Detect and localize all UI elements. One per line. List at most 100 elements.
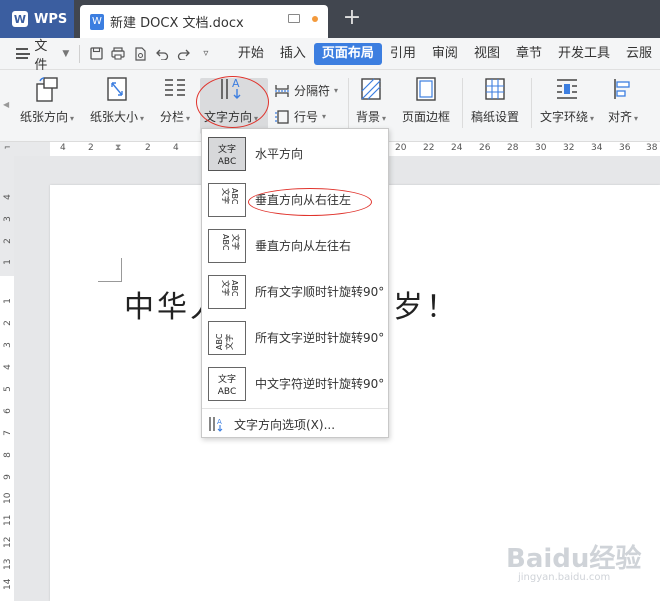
- paper-size-label: 纸张大小: [90, 110, 139, 124]
- undo-icon[interactable]: [154, 45, 170, 63]
- icon-text: 文字: [231, 234, 241, 250]
- vertical-ltr-icon: 文字 ABC: [208, 229, 246, 263]
- ruler-tick: 4: [173, 143, 179, 153]
- ruler-tick: 36: [619, 143, 631, 153]
- background-label: 背景: [356, 110, 381, 124]
- text-direction-options-label: 文字方向选项(X)...: [234, 417, 336, 432]
- option-rotate-all-clockwise[interactable]: ABC 文字 所有文字顺时针旋转90°: [202, 269, 388, 315]
- ribbon-divider: [462, 78, 463, 128]
- align-icon: [609, 74, 637, 104]
- quick-access-more-icon[interactable]: ▿: [198, 45, 214, 63]
- icon-text: 文字: [221, 280, 231, 296]
- ribbon-divider: [531, 78, 532, 128]
- rotate-chinese-icon: 文字 ABC: [208, 367, 246, 401]
- vertical-ruler[interactable]: 4 3 2 1 1 2 3 4 5 6 7 8 9 10 11 12 13 14: [0, 156, 14, 601]
- manuscript-grid-icon: [481, 74, 509, 104]
- text-direction-options-item[interactable]: A 文字方向选项(X)...: [208, 413, 335, 435]
- align-button[interactable]: 对齐 ▾: [608, 74, 638, 132]
- icon-text: ABC: [215, 333, 224, 350]
- document-tab-label: 新建 DOCX 文档.docx: [110, 16, 244, 31]
- tab-cloud[interactable]: 云服: [618, 43, 660, 65]
- file-dropdown-chevron-icon[interactable]: ▼: [62, 49, 69, 59]
- tab-insert[interactable]: 插入: [272, 43, 314, 65]
- save-icon[interactable]: [88, 45, 104, 63]
- tab-references[interactable]: 引用: [382, 43, 424, 65]
- option-label: 垂直方向从左往右: [255, 239, 352, 253]
- text-direction-options-icon: A: [209, 417, 223, 432]
- paper-size-button[interactable]: 纸张大小 ▾: [90, 74, 144, 132]
- new-tab-plus-icon[interactable]: +: [340, 6, 364, 30]
- ruler-tick: 20: [395, 143, 407, 153]
- background-button[interactable]: 背景 ▾: [356, 74, 386, 132]
- option-rotate-chinese-counterclockwise[interactable]: 文字 ABC 中文字符逆时针旋转90°: [202, 361, 388, 407]
- hamburger-menu-icon[interactable]: [16, 48, 31, 59]
- icon-text: 文字: [218, 143, 236, 155]
- ruler-tick: 24: [451, 143, 463, 153]
- baidu-watermark-url: jingyan.baidu.com: [518, 572, 611, 583]
- svg-text:A: A: [217, 418, 222, 426]
- separator-icon: [275, 84, 289, 97]
- tab-page-layout[interactable]: 页面布局: [313, 42, 382, 65]
- vruler-tick: 6: [3, 408, 13, 414]
- page-border-button[interactable]: 页面边框: [402, 74, 450, 132]
- wps-home-tab[interactable]: W WPS: [0, 0, 74, 38]
- ruler-tick: 2: [145, 143, 151, 153]
- tab-developer[interactable]: 开发工具: [550, 43, 618, 65]
- export-pdf-icon[interactable]: [132, 45, 148, 63]
- tab-home[interactable]: 开始: [230, 43, 272, 65]
- option-horizontal[interactable]: 文字 ABC 水平方向: [202, 131, 388, 177]
- icon-text: ABC: [230, 280, 239, 297]
- ribbon-scroll-left-icon[interactable]: ◀: [3, 100, 9, 109]
- tab-review[interactable]: 审阅: [424, 43, 466, 65]
- icon-text: ABC: [221, 234, 230, 251]
- line-number-button[interactable]: 行号 ▾: [274, 108, 326, 125]
- horizontal-direction-icon: 文字 ABC: [208, 137, 246, 171]
- paper-size-icon: [103, 74, 131, 104]
- vruler-tick: 1: [3, 259, 13, 265]
- vruler-tick: 13: [3, 558, 13, 570]
- icon-text: ABC: [218, 157, 236, 167]
- option-vertical-left-to-right[interactable]: 文字 ABC 垂直方向从左往右: [202, 223, 388, 269]
- tab-section[interactable]: 章节: [508, 43, 550, 65]
- ruler-tick: 38: [646, 143, 658, 153]
- separator-button[interactable]: 分隔符 ▾: [274, 82, 338, 99]
- vruler-tick: 5: [3, 386, 13, 392]
- ruler-tick: 26: [479, 143, 491, 153]
- redo-icon[interactable]: [176, 45, 192, 63]
- monitor-icon[interactable]: [288, 14, 300, 23]
- document-tab[interactable]: W 新建 DOCX 文档.docx: [80, 5, 328, 38]
- separator-label: 分隔符: [294, 84, 331, 98]
- docx-file-icon: W: [90, 13, 104, 30]
- page-border-icon: [412, 74, 440, 104]
- manuscript-settings-label: 稿纸设置: [471, 110, 520, 124]
- ruler-tick: 2: [88, 143, 94, 153]
- line-number-icon: [275, 109, 289, 124]
- ruler-tick: 22: [423, 143, 435, 153]
- vruler-tick: 4: [3, 364, 13, 370]
- paper-orientation-button[interactable]: 纸张方向 ▾: [20, 74, 74, 132]
- vruler-tick: 3: [3, 216, 13, 222]
- annotation-ellipse: [196, 76, 269, 128]
- paper-orientation-icon: [33, 74, 61, 104]
- vertical-rtl-icon: ABC 文字: [208, 183, 246, 217]
- indent-marker-icon[interactable]: ⧗: [115, 143, 121, 153]
- ruler-tick: 28: [507, 143, 519, 153]
- vruler-tick: 10: [3, 492, 13, 504]
- text-wrap-button[interactable]: 文字环绕 ▾: [540, 74, 594, 132]
- print-icon[interactable]: [110, 45, 126, 63]
- icon-text: ABC: [230, 188, 239, 205]
- columns-label: 分栏: [160, 110, 185, 124]
- file-menu[interactable]: 文件: [34, 35, 57, 73]
- menu-bar: 文件 ▼ ▿ 开始 插入 页面布局 引用 审阅 视图 章节 开发工具 云服: [0, 35, 660, 73]
- ruler-corner-icon: ⌐: [4, 143, 11, 152]
- manuscript-settings-button[interactable]: 稿纸设置: [471, 74, 519, 132]
- option-rotate-all-counterclockwise[interactable]: ABC 文字 所有文字逆时针旋转90°: [202, 315, 388, 361]
- rotate-clockwise-icon: ABC 文字: [208, 275, 246, 309]
- vruler-tick: 12: [3, 536, 13, 548]
- vruler-tick: 7: [3, 430, 13, 436]
- tab-view[interactable]: 视图: [466, 43, 508, 65]
- columns-button[interactable]: 分栏 ▾: [160, 74, 190, 132]
- vruler-tick: 3: [3, 342, 13, 348]
- vruler-tick: 8: [3, 452, 13, 458]
- wps-tab-label: WPS: [34, 11, 68, 27]
